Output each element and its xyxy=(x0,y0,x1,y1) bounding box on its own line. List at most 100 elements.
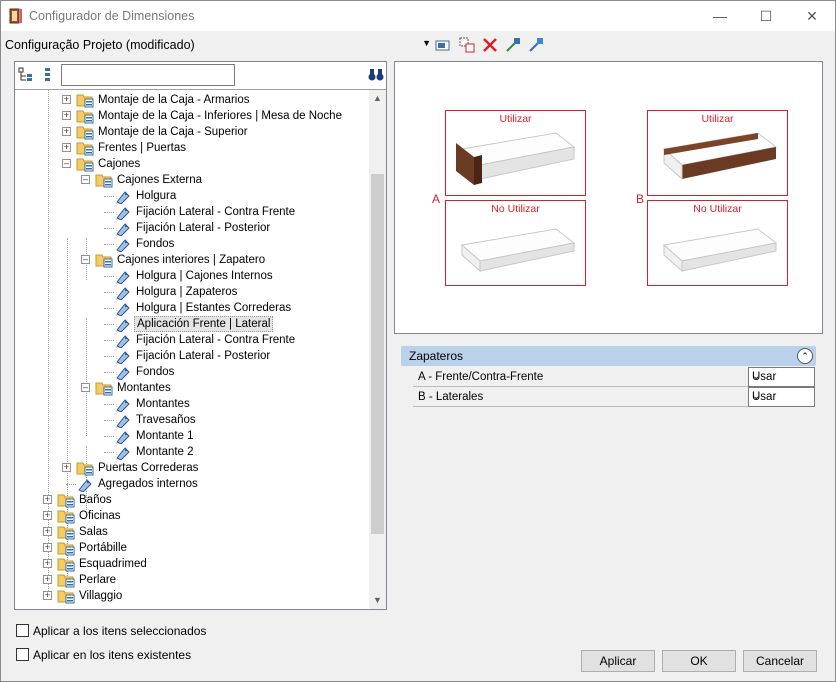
property-value-dropdown[interactable]: Usar ⌄ xyxy=(748,387,815,407)
parameter-icon xyxy=(114,396,132,413)
expand-node-icon[interactable]: + xyxy=(43,591,52,600)
tree-node-label: Montaje de la Caja - Armarios xyxy=(98,94,250,106)
expand-node-icon[interactable]: + xyxy=(62,95,71,104)
folder-icon xyxy=(57,524,75,540)
property-value-dropdown[interactable]: Usar ⌄ xyxy=(748,367,815,387)
folder-icon xyxy=(95,252,113,268)
collapse-node-icon[interactable]: – xyxy=(81,175,90,184)
parameter-icon xyxy=(114,268,132,285)
parameter-icon xyxy=(114,316,132,333)
tree-scrollbar[interactable]: ▲ ▼ xyxy=(369,90,386,609)
import-icon[interactable] xyxy=(504,36,522,54)
tree-guide-line xyxy=(104,372,114,373)
tree-guide-line xyxy=(104,420,114,421)
collapse-icon[interactable]: ⌃ xyxy=(797,348,813,364)
folder-icon xyxy=(76,124,94,140)
binoculars-icon[interactable] xyxy=(367,66,385,84)
folder-icon xyxy=(76,460,94,476)
tree-guide-line xyxy=(104,436,114,437)
tree-node-label: Holgura | Zapateros xyxy=(136,286,238,298)
property-row-frente: A - Frente/Contra-Frente Usar ⌄ xyxy=(413,367,815,387)
apply-selected-label[interactable]: Aplicar a los itens seleccionados xyxy=(33,624,206,638)
scroll-down-icon[interactable]: ▼ xyxy=(369,592,386,609)
property-label: A - Frente/Contra-Frente xyxy=(418,371,544,383)
parameter-icon xyxy=(114,332,132,349)
b-use-image: Utilizar xyxy=(647,110,788,196)
tree-guide-line xyxy=(104,404,114,405)
title-bar: Configurador de Dimensiones — ☐ ✕ xyxy=(1,1,835,31)
expand-node-icon[interactable]: + xyxy=(62,111,71,120)
tree-node-label: Villaggio xyxy=(79,590,123,602)
expand-tree-icon[interactable] xyxy=(17,66,35,84)
tree-panel: + Montaje de la Caja - Armarios + Montaje d… xyxy=(14,61,387,610)
tree-node-label: Montaje de la Caja - Superior xyxy=(98,126,248,138)
tree-node-label: Montantes xyxy=(117,382,171,394)
expand-node-icon[interactable]: + xyxy=(43,575,52,584)
expand-node-icon[interactable]: + xyxy=(43,559,52,568)
tree-guide-line xyxy=(104,276,114,277)
collapse-node-icon[interactable]: – xyxy=(81,383,90,392)
tree-guide-line xyxy=(104,212,114,213)
parameter-icon xyxy=(114,236,132,253)
expand-node-icon[interactable]: + xyxy=(62,143,71,152)
parameter-icon xyxy=(114,364,132,381)
tree-search-input[interactable] xyxy=(61,64,235,86)
export-icon[interactable] xyxy=(527,36,545,54)
apply-existing-label[interactable]: Aplicar en los itens existentes xyxy=(33,648,191,662)
expand-node-icon[interactable]: + xyxy=(43,511,52,520)
parameter-icon xyxy=(114,220,132,237)
rename-icon[interactable] xyxy=(434,36,452,54)
expand-node-icon[interactable]: + xyxy=(43,527,52,536)
dialog-window: Configurador de Dimensiones — ☐ ✕ Config… xyxy=(0,0,836,682)
cancel-button[interactable]: Cancelar xyxy=(743,650,817,672)
folder-icon xyxy=(57,492,75,508)
copy-icon[interactable] xyxy=(458,36,476,54)
tree-node-label: Montaje de la Caja - Inferiores | Mesa d… xyxy=(98,110,342,122)
expand-node-icon[interactable]: + xyxy=(62,463,71,472)
property-label: B - Laterales xyxy=(418,391,484,403)
config-dropdown[interactable]: Configuração Projeto (modificado) ▼ xyxy=(5,38,431,54)
toolbar: Configuração Projeto (modificado) ▼ xyxy=(1,32,835,58)
b-use-caption: Utilizar xyxy=(701,113,734,125)
parameter-icon xyxy=(114,188,132,205)
close-icon[interactable]: ✕ xyxy=(789,1,835,31)
delete-icon[interactable] xyxy=(481,36,499,54)
tree-guide-line xyxy=(66,484,76,485)
scroll-up-icon[interactable]: ▲ xyxy=(369,90,386,107)
parameter-icon xyxy=(114,284,132,301)
parameter-icon xyxy=(114,348,132,365)
collapse-tree-icon[interactable] xyxy=(39,66,57,84)
minimize-icon[interactable]: — xyxy=(697,1,743,31)
tree-node-label: Fijación Lateral - Contra Frente xyxy=(136,206,296,218)
a-no-use-caption: No Utilizar xyxy=(491,203,540,215)
tree-node-label: Oficinas xyxy=(79,510,121,522)
tree-node-label: Puertas Correderas xyxy=(98,462,199,474)
scroll-thumb[interactable] xyxy=(371,174,384,534)
tree-node-label: Fondos xyxy=(136,366,175,378)
collapse-node-icon[interactable]: – xyxy=(62,159,71,168)
section-title: Zapateros xyxy=(409,349,464,363)
tree-guide-line xyxy=(104,324,114,325)
expand-node-icon[interactable]: + xyxy=(43,495,52,504)
collapse-node-icon[interactable]: – xyxy=(81,255,90,264)
folder-icon xyxy=(76,108,94,124)
app-icon xyxy=(9,8,22,24)
tree-node-label: Fijación Lateral - Posterior xyxy=(136,350,271,362)
tree-node-label: Perlare xyxy=(79,574,117,586)
tree-node-label: Holgura | Cajones Internos xyxy=(136,270,273,282)
preview-panel: A B Utilizar Utilizar No Utilizar No Uti… xyxy=(394,61,823,334)
parameter-icon xyxy=(114,412,132,429)
tree-node-label: Salas xyxy=(79,526,108,538)
b-no-use-image: No Utilizar xyxy=(647,200,788,286)
chevron-down-icon: ⌄ xyxy=(752,371,761,382)
ok-button[interactable]: OK xyxy=(662,650,736,672)
maximize-icon[interactable]: ☐ xyxy=(743,1,789,31)
apply-button[interactable]: Aplicar xyxy=(581,650,655,672)
expand-node-icon[interactable]: + xyxy=(62,127,71,136)
properties-section-header[interactable]: Zapateros ⌃ xyxy=(401,346,816,366)
apply-selected-checkbox[interactable] xyxy=(16,624,29,637)
apply-existing-checkbox[interactable] xyxy=(16,648,29,661)
expand-node-icon[interactable]: + xyxy=(43,543,52,552)
chevron-down-icon: ▼ xyxy=(422,38,431,48)
folder-icon xyxy=(57,540,75,556)
